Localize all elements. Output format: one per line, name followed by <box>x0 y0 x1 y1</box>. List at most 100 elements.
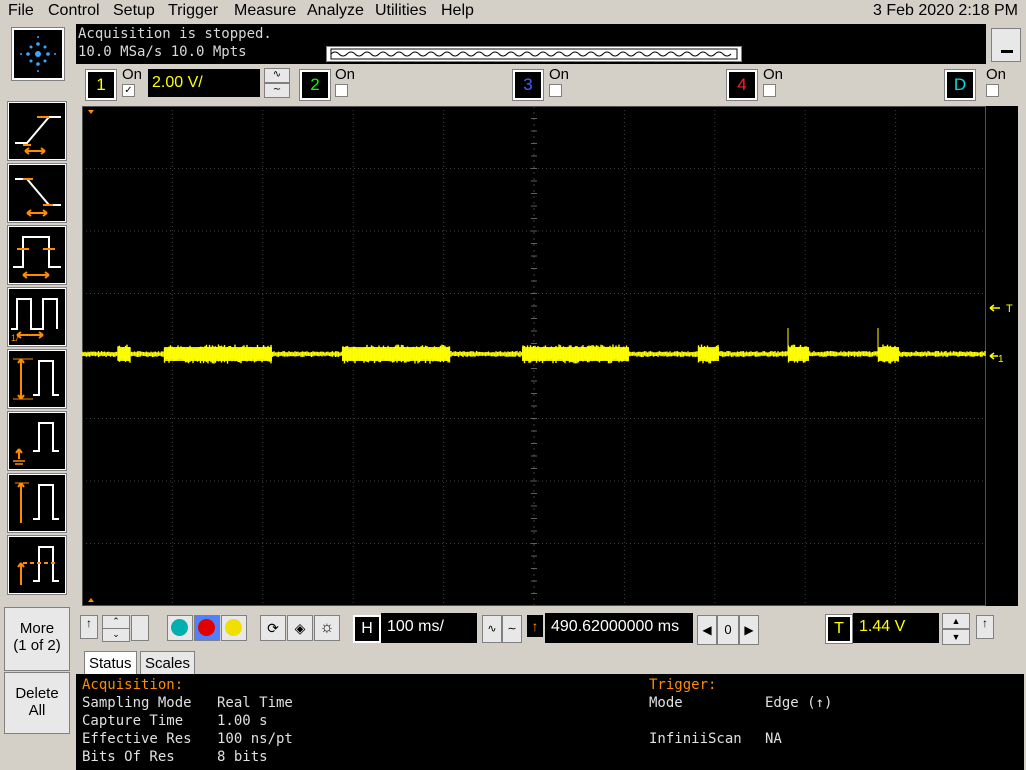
menu-control[interactable]: Control <box>48 2 100 20</box>
delay-right-button[interactable]: ▶ <box>739 615 759 645</box>
channel-1-ground-marker: 1 <box>998 354 1004 365</box>
sampling-mode-value: Real Time <box>217 695 293 711</box>
channel-1-on-label: On <box>122 66 143 83</box>
trace-burst <box>164 347 272 361</box>
trace-burst <box>788 347 809 361</box>
delay-left-button[interactable]: ◀ <box>697 615 717 645</box>
acquisition-status: Acquisition is stopped. <box>78 26 272 42</box>
digital-checkbox[interactable] <box>986 84 999 97</box>
more-label: More <box>19 620 55 637</box>
trigger-mode-value: Edge (↑) <box>765 695 833 711</box>
bits-of-res-label: Bits Of Res <box>82 749 175 765</box>
status-panel: Acquisition: Trigger: Sampling Mode Real… <box>76 674 1024 770</box>
channel-1-label: 1 <box>96 75 106 94</box>
brightness-icon[interactable]: ☼ <box>314 615 340 641</box>
stop-button[interactable] <box>194 615 220 641</box>
time-scale-down-button[interactable]: ∿ <box>482 615 502 643</box>
capture-time-value: 1.00 s <box>217 713 268 729</box>
channel-2-checkbox[interactable] <box>335 84 348 97</box>
clear-display-icon[interactable]: ◈ <box>287 615 313 641</box>
trace-burst <box>698 347 719 361</box>
menu-trigger[interactable]: Trigger <box>168 2 218 20</box>
trigger-header: Trigger: <box>649 677 717 693</box>
vmax-icon[interactable] <box>7 473 67 533</box>
delay-bottom-marker <box>88 598 94 602</box>
date-time: 3 Feb 2020 2:18 PM <box>873 2 1018 19</box>
waveform-display[interactable] <box>81 105 986 607</box>
channel-4-checkbox[interactable] <box>763 84 776 97</box>
waveform-overview[interactable] <box>326 46 742 62</box>
channel-1-button[interactable]: 1 <box>85 69 117 101</box>
more-page-label: (1 of 2) <box>13 637 61 654</box>
delay-field[interactable]: 490.62000000 ms <box>545 613 693 643</box>
infiniiscan-label: InfiniiScan <box>649 731 742 747</box>
channel-2-on-label: On <box>335 66 356 83</box>
delay-top-marker <box>88 110 94 114</box>
trace-burst <box>118 347 130 361</box>
menu-utilities[interactable]: Utilities <box>375 2 427 20</box>
delay-zero-button[interactable]: 0 <box>717 615 739 645</box>
more-measurements-button[interactable]: More (1 of 2) <box>4 607 70 671</box>
channel-3-on-label: On <box>549 66 570 83</box>
channel-4-label: 4 <box>737 75 747 94</box>
single-button[interactable] <box>221 615 247 641</box>
menu-file[interactable]: File <box>8 2 34 20</box>
time-scale-field[interactable]: 100 ms/ <box>381 613 477 643</box>
channel-3-label: 3 <box>523 75 533 94</box>
trigger-level-marker: T <box>1006 303 1013 315</box>
zoom-up-button[interactable]: ⌃ <box>102 615 130 629</box>
svg-text:1/: 1/ <box>11 333 19 343</box>
cyan-marker-button[interactable] <box>167 615 193 641</box>
digital-channel-label: D <box>953 75 967 94</box>
rise-time-icon[interactable] <box>7 101 67 161</box>
pointer-up-button[interactable]: ↑ <box>80 615 98 639</box>
period-icon[interactable]: 1/ <box>7 287 67 347</box>
coupling-dc-button[interactable]: ∼ <box>264 83 290 98</box>
menu-help[interactable]: Help <box>441 2 474 20</box>
trace-burst <box>522 347 629 361</box>
menu-setup[interactable]: Setup <box>113 2 155 20</box>
channel-3-button[interactable]: 3 <box>512 69 544 101</box>
trigger-level-field[interactable]: 1.44 V <box>853 613 939 643</box>
time-scale-up-button[interactable]: ∼ <box>502 615 522 643</box>
trigger-pointer-button[interactable]: ↑ <box>976 615 994 639</box>
capture-time-label: Capture Time <box>82 713 184 729</box>
coupling-ac-button[interactable]: ∿ <box>264 68 290 83</box>
zoom-down-button[interactable]: ⌄ <box>102 628 130 642</box>
infiniiscan-value: NA <box>765 731 782 747</box>
horizontal-button[interactable]: H <box>353 615 381 643</box>
zoom-scroll-button[interactable] <box>131 615 149 641</box>
vavg-icon[interactable] <box>7 535 67 595</box>
channel-1-scale-field[interactable]: 2.00 V/ <box>148 69 260 97</box>
autoscale-icon[interactable]: ⟳ <box>260 615 286 641</box>
menu-analyze[interactable]: Analyze <box>307 2 364 20</box>
trace-burst <box>342 347 450 361</box>
pulse-width-icon[interactable] <box>7 225 67 285</box>
menu-measure[interactable]: Measure <box>234 2 296 20</box>
channel-3-checkbox[interactable] <box>549 84 562 97</box>
digital-channel-button[interactable]: D <box>944 69 976 101</box>
tab-status[interactable]: Status <box>84 651 137 675</box>
channel-1-checkbox[interactable]: ✓ <box>122 84 135 97</box>
vpp-icon[interactable] <box>7 349 67 409</box>
delay-marker-icon[interactable]: ↑ <box>527 615 543 637</box>
acquisition-info-panel: Acquisition is stopped. 10.0 MSa/s 10.0 … <box>76 24 986 64</box>
delete-all-button[interactable]: Delete All <box>4 672 70 734</box>
delete-label: Delete <box>15 685 59 702</box>
trigger-level-up-button[interactable]: ▲ <box>942 613 970 629</box>
minimize-button[interactable] <box>991 28 1021 62</box>
effective-res-value: 100 ns/pt <box>217 731 293 747</box>
effective-res-label: Effective Res <box>82 731 192 747</box>
fall-time-icon[interactable] <box>7 163 67 223</box>
keysight-logo-icon[interactable] <box>11 27 65 81</box>
right-marker-strip: T 1 <box>986 106 1018 606</box>
tab-scales[interactable]: Scales <box>140 651 196 675</box>
bits-of-res-value: 8 bits <box>217 749 268 765</box>
channel-4-button[interactable]: 4 <box>726 69 758 101</box>
sampling-mode-label: Sampling Mode <box>82 695 192 711</box>
channel-2-button[interactable]: 2 <box>299 69 331 101</box>
trigger-button[interactable]: T <box>825 614 853 644</box>
trace-burst <box>878 347 899 361</box>
vmin-icon[interactable] <box>7 411 67 471</box>
trigger-level-down-button[interactable]: ▼ <box>942 629 970 645</box>
